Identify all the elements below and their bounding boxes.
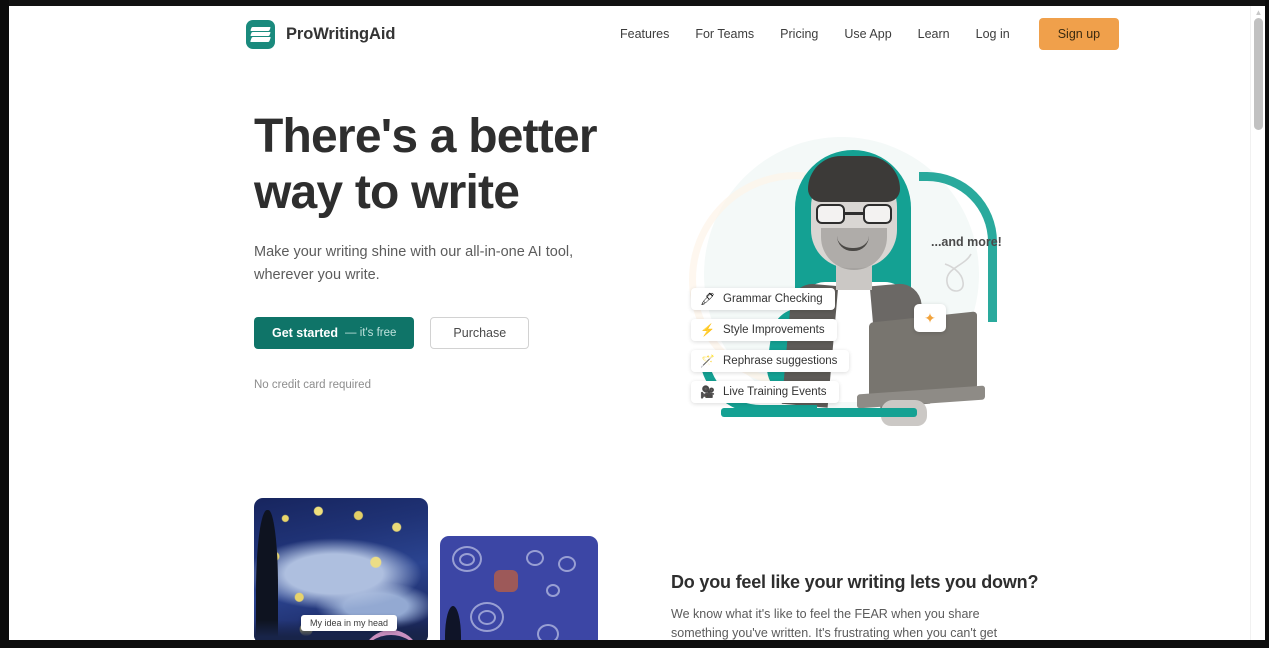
- hero-title-line-2: way to write: [254, 166, 520, 219]
- feature-chip-list: 🖋 Grammar Checking ⚡ Style Improvements …: [691, 288, 850, 403]
- simplified-sketch-image: [440, 536, 598, 640]
- prowritingaid-logo-icon: [246, 19, 275, 49]
- site-header: ProWritingAid Features For Teams Pricing…: [9, 6, 1250, 62]
- feature-chip-label: Rephrase suggestions: [723, 355, 838, 367]
- get-started-button[interactable]: Get started — it's free: [254, 317, 415, 349]
- teal-bar-decoration: [721, 408, 917, 417]
- person-glasses-icon: [816, 204, 892, 224]
- quill-pen-icon: 🖋: [700, 292, 716, 306]
- nav-item-pricing[interactable]: Pricing: [767, 21, 831, 47]
- doodle-star: [526, 550, 544, 566]
- hero-subtitle: Make your writing shine with our all-in-…: [254, 244, 574, 283]
- hero-action-buttons: Get started — it's free Purchase: [254, 317, 654, 349]
- and-more-label: ...and more!: [931, 235, 1002, 249]
- magic-wand-icon: 🪄: [700, 354, 715, 368]
- feature-chip-label: Grammar Checking: [723, 293, 823, 305]
- feature-chip-label: Live Training Events: [723, 386, 827, 398]
- and-more-connector-line: [944, 253, 972, 292]
- feature-chip-rephrase-suggestions: 🪄 Rephrase suggestions: [691, 350, 850, 372]
- get-started-sublabel: — it's free: [345, 327, 397, 339]
- hero-title-line-1: There's a better: [254, 110, 598, 163]
- hero-section: There's a better way to write Make your …: [9, 62, 1250, 462]
- main-navigation: Features For Teams Pricing Use App Learn…: [607, 18, 1120, 50]
- writing-lets-you-down-section: My idea in my head Do you feel like your…: [9, 476, 1250, 640]
- section-two-body: We know what it's like to feel the FEAR …: [671, 607, 998, 640]
- section-two-title: Do you feel like your writing lets you d…: [671, 572, 1039, 592]
- frame-bottom-edge: [0, 640, 1269, 648]
- hero-title: There's a better way to write: [254, 109, 654, 221]
- image-caption-badge: My idea in my head: [301, 615, 398, 631]
- doodle-orange-blob: [494, 570, 518, 592]
- starry-night-comparison-illustration: My idea in my head: [254, 498, 604, 640]
- feature-chip-grammar-checking: 🖋 Grammar Checking: [691, 288, 835, 310]
- doodle-star: [546, 584, 560, 597]
- hero-copy: There's a better way to write Make your …: [254, 109, 654, 391]
- sketch-cypress-shape: [445, 606, 461, 640]
- scroll-up-arrow-icon[interactable]: ▲: [1254, 8, 1263, 17]
- feature-chip-style-improvements: ⚡ Style Improvements: [691, 319, 837, 341]
- hero-illustration: ...and more! ✦ 🖋 Grammar Checking ⚡ Styl…: [669, 112, 1029, 442]
- feature-chip-live-training-events: 🎥 Live Training Events: [691, 381, 839, 403]
- scrollbar-thumb[interactable]: [1254, 18, 1263, 130]
- get-started-label: Get started: [272, 326, 338, 340]
- nav-item-learn[interactable]: Learn: [905, 21, 963, 47]
- section-two-copy: Do you feel like your writing lets you d…: [671, 572, 1039, 640]
- sign-up-button[interactable]: Sign up: [1038, 18, 1120, 50]
- doodle-star: [558, 556, 576, 572]
- brand-logo-link[interactable]: ProWritingAid: [246, 19, 396, 49]
- nav-item-for-teams[interactable]: For Teams: [682, 21, 767, 47]
- frame-left-edge: [0, 0, 9, 648]
- nav-item-use-app[interactable]: Use App: [831, 21, 904, 47]
- no-credit-card-note: No credit card required: [254, 379, 371, 391]
- doodle-swirl-inner: [459, 553, 475, 566]
- brand-name: ProWritingAid: [286, 24, 396, 43]
- browser-frame: ProWritingAid Features For Teams Pricing…: [0, 0, 1269, 648]
- page-content: ProWritingAid Features For Teams Pricing…: [9, 6, 1250, 640]
- page-scrollbar[interactable]: ▲: [1250, 6, 1265, 640]
- video-camera-icon: 🎥: [700, 385, 715, 399]
- purchase-button[interactable]: Purchase: [430, 317, 530, 349]
- doodle-swirl-inner: [478, 610, 496, 625]
- page-viewport: ProWritingAid Features For Teams Pricing…: [9, 6, 1265, 640]
- nav-item-features[interactable]: Features: [607, 21, 682, 47]
- feature-chip-label: Style Improvements: [723, 324, 825, 336]
- person-hair: [808, 156, 900, 202]
- lightning-bolt-icon: ⚡: [700, 323, 715, 337]
- frame-right-edge: [1265, 0, 1269, 648]
- doodle-swirl: [537, 624, 559, 640]
- nav-item-log-in[interactable]: Log in: [963, 21, 1023, 47]
- ai-sparkle-badge-icon: ✦: [914, 304, 946, 332]
